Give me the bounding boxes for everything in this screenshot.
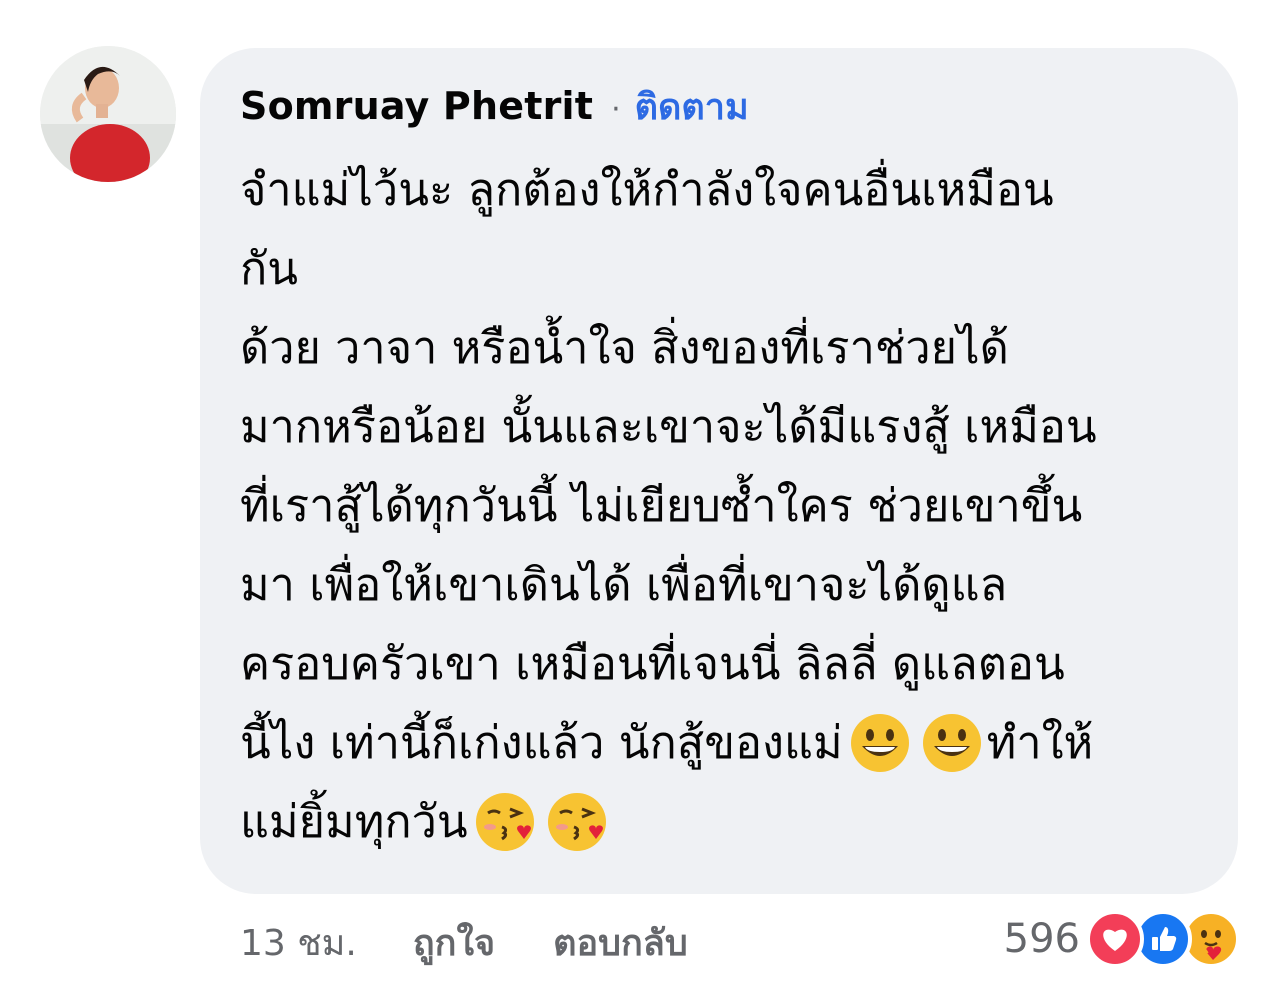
timestamp[interactable]: 13 ชม. xyxy=(240,914,357,971)
love-reaction-icon xyxy=(1086,910,1144,968)
comment-line: กัน xyxy=(240,242,299,295)
comment-text: จำแม่ไว้นะ ลูกต้องให้กำลังใจคนอื่นเหมือน… xyxy=(240,150,1198,861)
profile-photo xyxy=(40,46,176,182)
reply-button[interactable]: ตอบกลับ xyxy=(553,914,688,971)
comment-footer: 13 ชม. ถูกใจ ตอบกลับ xyxy=(240,914,688,971)
author-name[interactable]: Somruay Phetrit xyxy=(240,84,593,128)
comment-line: ด้วย วาจา หรือน้ำใจ สิ่งของที่เราช่วยได้ xyxy=(240,321,1009,374)
comment-line-text: นี้ไง เท่านี้ก็เก่งแล้ว นักสู้ของแม่ xyxy=(240,716,843,769)
comment-line: มากหรือน้อย นั้นและเขาจะได้มีแรงสู้ เหมื… xyxy=(240,400,1097,453)
comment-line-with-emoji: แม่ยิ้มทุกวัน xyxy=(240,782,1198,861)
comment-line: ครอบครัวเขา เหมือนที่เจนนี่ ลิลลี่ ดูแลต… xyxy=(240,637,1065,690)
grinning-face-icon xyxy=(849,712,911,774)
separator-dot: · xyxy=(611,92,621,127)
face-blowing-kiss-icon xyxy=(474,791,536,853)
follow-button[interactable]: ติดตาม xyxy=(635,78,749,135)
comment-line-text: ทำให้ xyxy=(986,716,1094,769)
avatar[interactable] xyxy=(40,46,176,182)
grinning-face-icon xyxy=(921,712,983,774)
reactions-summary[interactable]: 596 xyxy=(1004,910,1240,968)
comment-line: จำแม่ไว้นะ ลูกต้องให้กำลังใจคนอื่นเหมือน xyxy=(240,163,1054,216)
like-button[interactable]: ถูกใจ xyxy=(413,914,495,971)
comment-header: Somruay Phetrit · ติดตาม xyxy=(240,78,1198,136)
comment-line-with-emoji: นี้ไง เท่านี้ก็เก่งแล้ว นักสู้ของแม่ ทำใ… xyxy=(240,703,1198,782)
comment-line-text: แม่ยิ้มทุกวัน xyxy=(240,795,468,848)
face-blowing-kiss-icon xyxy=(546,791,608,853)
comment-line: มา เพื่อให้เขาเดินได้ เพื่อที่เขาจะได้ดู… xyxy=(240,558,1008,611)
comment-bubble: Somruay Phetrit · ติดตาม จำแม่ไว้นะ ลูกต… xyxy=(200,48,1238,894)
reaction-count: 596 xyxy=(1003,916,1080,962)
comment-line: ที่เราสู้ได้ทุกวันนี้ ไม่เยียบซ้ำใคร ช่ว… xyxy=(240,479,1083,532)
